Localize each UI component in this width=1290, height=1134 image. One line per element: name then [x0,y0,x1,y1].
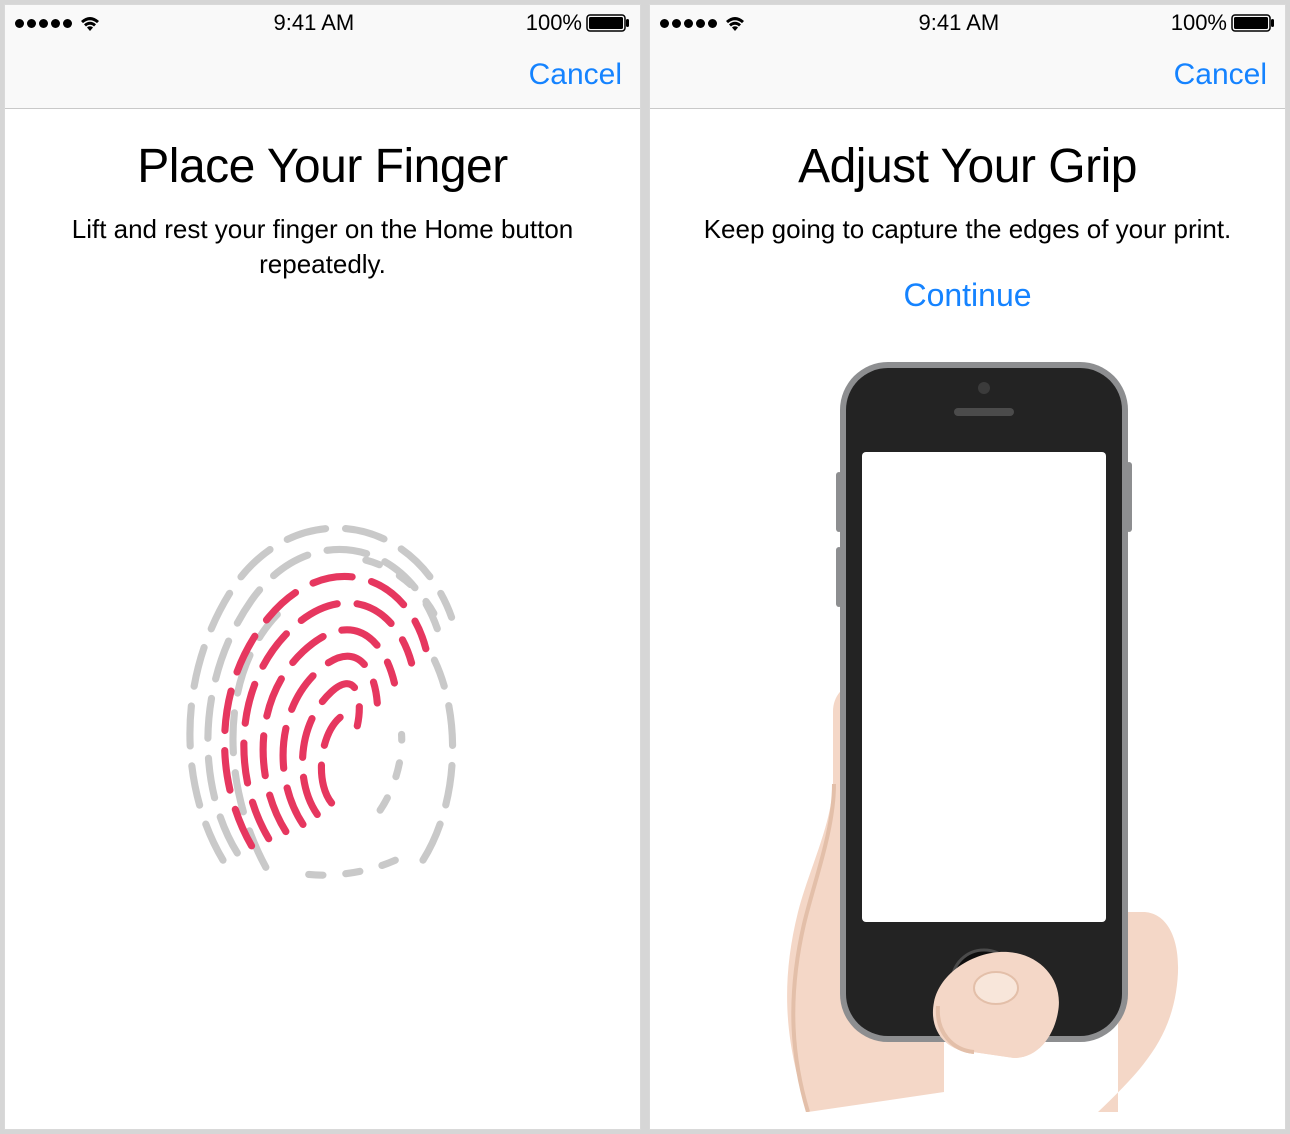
page-title: Place Your Finger [137,139,507,194]
content-area: Adjust Your Grip Keep going to capture t… [650,109,1285,1129]
status-bar: 9:41 AM 100% [650,5,1285,41]
touchid-setup-screen-1: 9:41 AM 100% Cancel Place Your Finger Li… [4,4,641,1130]
signal-strength-icon [15,19,72,28]
signal-strength-icon [660,19,717,28]
page-subtitle: Keep going to capture the edges of your … [704,212,1232,247]
status-bar: 9:41 AM 100% [5,5,640,41]
content-area: Place Your Finger Lift and rest your fin… [5,109,640,1129]
battery-pct: 100% [1171,10,1227,36]
page-subtitle: Lift and rest your finger on the Home bu… [43,212,603,282]
continue-button[interactable]: Continue [903,277,1031,314]
wifi-icon [78,14,102,32]
battery-icon [1231,14,1275,32]
status-time: 9:41 AM [274,10,355,36]
cancel-button[interactable]: Cancel [1174,58,1267,92]
phone-in-hand-icon [738,352,1198,1112]
battery-icon [586,14,630,32]
battery-pct: 100% [526,10,582,36]
status-time: 9:41 AM [919,10,1000,36]
nav-bar: Cancel [5,41,640,109]
wifi-icon [723,14,747,32]
touchid-setup-screen-2: 9:41 AM 100% Cancel Adjust Your Grip Kee… [649,4,1286,1130]
fingerprint-icon [163,503,483,908]
page-title: Adjust Your Grip [798,139,1137,194]
nav-bar: Cancel [650,41,1285,109]
cancel-button[interactable]: Cancel [529,58,622,92]
